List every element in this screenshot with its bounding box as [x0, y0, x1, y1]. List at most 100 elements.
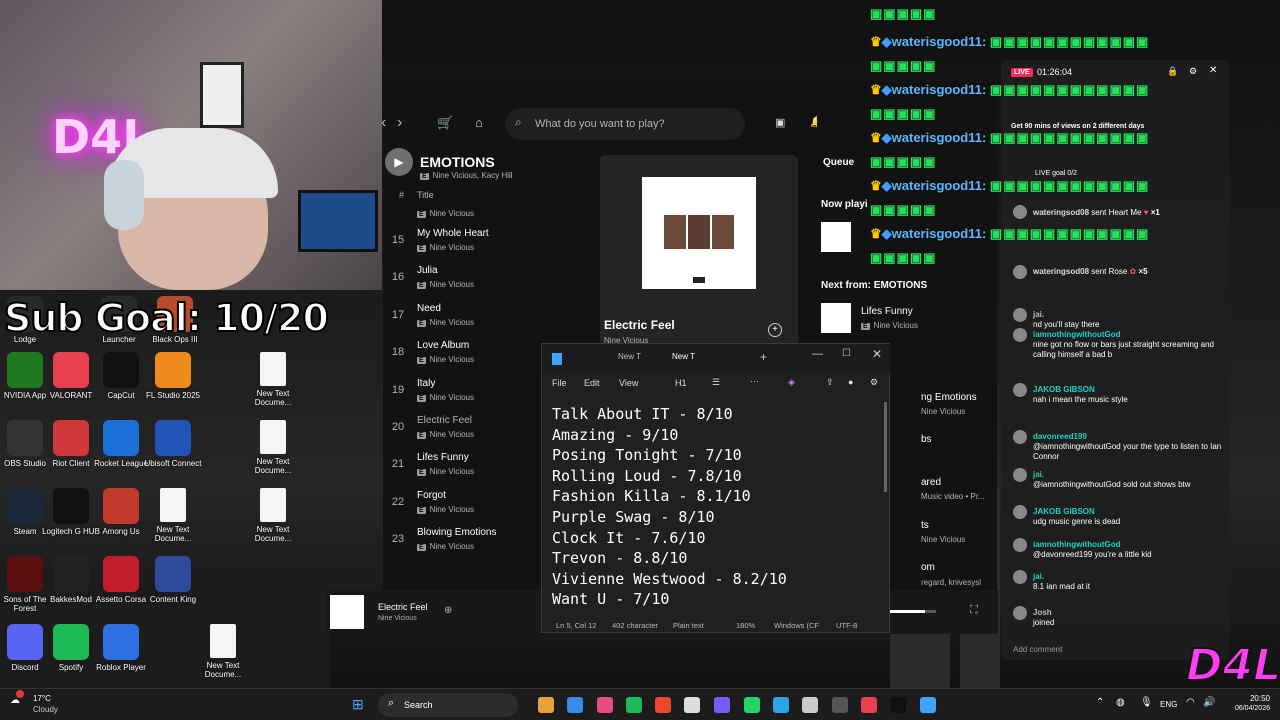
volume-icon[interactable]: 🔊	[1203, 697, 1215, 708]
list-icon[interactable]: ☰	[712, 377, 720, 388]
instagram-icon[interactable]	[861, 697, 877, 713]
menu-view[interactable]: View	[619, 378, 638, 388]
back-arrow-icon[interactable]: ‹	[381, 114, 386, 132]
tab-new-text-2[interactable]: New T	[672, 352, 695, 361]
microphone-icon[interactable]: 🎙	[1140, 697, 1153, 708]
queue-item-title[interactable]: bs	[921, 434, 932, 445]
more-icon[interactable]: ···	[750, 376, 759, 386]
new-tab-icon[interactable]: +	[760, 350, 767, 364]
account-icon[interactable]: ●	[848, 377, 853, 387]
search-input[interactable]: ⌕ What do you want to play?	[505, 108, 745, 140]
tab-new-text-1[interactable]: New T	[618, 352, 641, 361]
desktop-shortcut[interactable]: New Text Docume...	[193, 624, 253, 679]
desktop-shortcut[interactable]: Assetto Corsa	[91, 556, 151, 604]
cart-icon[interactable]: 🛒	[437, 115, 453, 131]
queue-item-title[interactable]: ng Emotions	[921, 392, 977, 403]
gem-icon: ◆	[881, 34, 892, 49]
crown-icon: ♛	[870, 82, 882, 97]
queue-item-title[interactable]: ts	[921, 520, 929, 531]
now-playing-card[interactable]: Electric Feel Nine Vicious +	[600, 155, 798, 347]
settings-icon[interactable]: ⚙	[1189, 66, 1197, 77]
desktop-shortcut[interactable]: New Text Docume...	[143, 488, 203, 543]
queue-item-title[interactable]: ared	[921, 477, 941, 488]
emote-row: ▣▣▣▣▣	[870, 154, 936, 170]
capcut-icon[interactable]	[684, 697, 700, 713]
file-explorer-icon[interactable]	[538, 697, 554, 713]
tray-app-icon[interactable]: ◍	[1116, 697, 1125, 708]
forward-arrow-icon[interactable]: ›	[397, 114, 402, 132]
share-icon[interactable]: ⇪	[826, 377, 834, 388]
close-icon[interactable]: ✕	[1209, 65, 1217, 76]
wifi-icon[interactable]: ◠	[1186, 697, 1195, 708]
chat-message: jai. nd you'll stay there	[1033, 310, 1223, 330]
queue-item-artist: Nine Vicious	[921, 535, 966, 544]
store-icon[interactable]	[567, 697, 583, 713]
desktop-shortcut[interactable]: Roblox Player	[91, 624, 151, 672]
queue-item-title[interactable]: Lifes Funny	[861, 306, 913, 317]
windows-start-icon[interactable]: ⊞	[352, 696, 364, 713]
crown-icon: ♛	[870, 34, 882, 49]
shortcut-label: Roblox Player	[96, 663, 146, 672]
desktop-shortcut[interactable]: Content King	[143, 556, 203, 604]
chat-text: nah i mean the music style	[1033, 395, 1128, 404]
desktop-shortcut[interactable]: New Text Docume...	[243, 352, 303, 407]
track-row[interactable]: 17 Need E Nine Vicious	[383, 299, 603, 335]
fullscreen-icon[interactable]: ⛶	[970, 604, 978, 617]
scrollbar[interactable]	[884, 402, 887, 492]
chat-message: jai. @iamnothingwithoutGod sold out shows…	[1033, 470, 1223, 490]
queue-item-title[interactable]: om	[921, 562, 935, 573]
browse-icon[interactable]: ▣	[775, 116, 785, 129]
menu-file[interactable]: File	[552, 378, 567, 388]
desktop-shortcut[interactable]: Ubisoft Connect	[143, 420, 203, 468]
text-line: Posing Tonight - 7/10	[552, 446, 742, 465]
weather-icon[interactable]: ☁	[10, 695, 20, 706]
notepad-text-area[interactable]: Talk About IT - 8/10 Amazing - 9/10 Posing…	[552, 404, 787, 610]
tray-chevron-icon[interactable]: ⌃	[1096, 697, 1104, 708]
heading-dropdown[interactable]: H1	[675, 378, 687, 388]
chrome-icon[interactable]	[655, 697, 671, 713]
maximize-icon[interactable]: ☐	[842, 348, 851, 359]
cover-figure	[664, 215, 686, 249]
copilot-icon[interactable]: ◈	[788, 377, 795, 388]
discord-icon[interactable]	[714, 697, 730, 713]
player-track-artist[interactable]: Nine Vicious	[378, 615, 417, 622]
settings-gear-icon[interactable]: ⚙	[870, 377, 878, 388]
telegram-icon[interactable]	[773, 697, 789, 713]
desktop-shortcut[interactable]: CapCut	[91, 352, 151, 400]
menu-edit[interactable]: Edit	[584, 378, 600, 388]
queue-tab[interactable]: Queue	[823, 157, 854, 168]
track-row[interactable]: 15 My Whole Heart E Nine Vicious	[383, 224, 603, 260]
add-to-playlist-icon[interactable]: +	[768, 323, 782, 337]
spotify-icon[interactable]	[626, 697, 642, 713]
desktop-shortcut[interactable]: FL Studio 2025	[143, 352, 203, 400]
clock-time[interactable]: 20:50	[1230, 694, 1270, 703]
desktop-shortcut[interactable]: New Text Docume...	[243, 488, 303, 543]
home-icon[interactable]: ⌂	[475, 115, 483, 130]
taskbar-search[interactable]: ⌕ Search	[378, 693, 518, 717]
explicit-badge: E	[417, 544, 426, 552]
shortcut-label: FL Studio 2025	[146, 391, 200, 400]
add-icon[interactable]: ⊕	[444, 605, 452, 616]
desktop-shortcut[interactable]: Among Us	[91, 488, 151, 536]
clock-date[interactable]: 06/04/2026	[1222, 705, 1270, 712]
lock-icon[interactable]: 🔒	[1167, 66, 1178, 77]
track-number: 19	[391, 383, 405, 396]
obs-icon[interactable]	[832, 697, 848, 713]
whatsapp-icon[interactable]	[744, 697, 760, 713]
promo-banner[interactable]: Get 90 mins of views on 2 different days	[1011, 123, 1211, 130]
play-button[interactable]: ▶	[385, 148, 413, 176]
player-track-title[interactable]: Electric Feel	[378, 602, 428, 612]
notepad-icon[interactable]	[920, 697, 936, 713]
weather-temp[interactable]: 17°C	[33, 694, 51, 703]
app-icon[interactable]	[802, 697, 818, 713]
track-row[interactable]: 16 Julia E Nine Vicious	[383, 261, 603, 297]
weather-desc[interactable]: Cloudy	[33, 705, 58, 714]
close-icon[interactable]: ✕	[872, 347, 882, 361]
desktop-shortcut[interactable]: New Text Docume...	[243, 420, 303, 475]
language-indicator[interactable]: ENG	[1160, 700, 1177, 709]
desktop-shortcut[interactable]: Rocket League	[91, 420, 151, 468]
minimize-icon[interactable]: —	[812, 348, 823, 360]
app-icon[interactable]	[597, 697, 613, 713]
tiktok-icon[interactable]	[890, 697, 906, 713]
crown-icon: ♛	[870, 178, 882, 193]
